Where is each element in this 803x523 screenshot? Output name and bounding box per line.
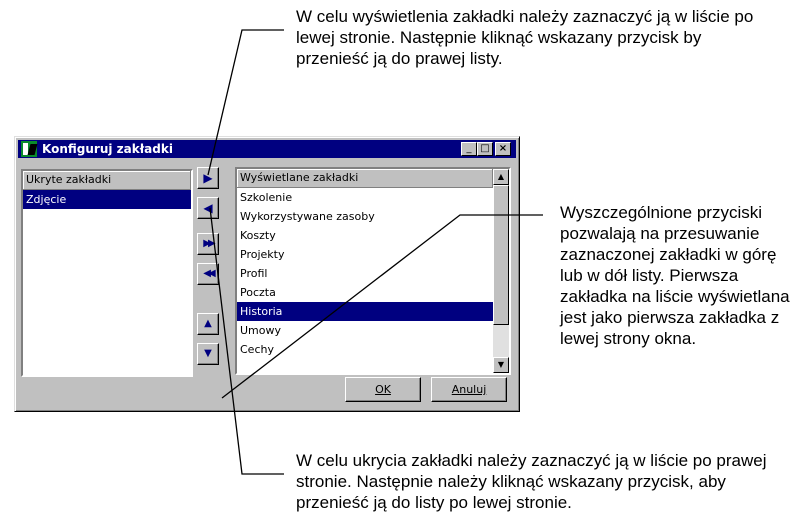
move-all-right-button[interactable]: ▶▶ [197, 233, 219, 255]
title-bar[interactable]: Konfiguruj zakładki _ □ × [18, 140, 516, 158]
callout-hide-tab: W celu ukrycia zakładki należy zaznaczyć… [296, 451, 767, 512]
maximize-button[interactable]: □ [477, 142, 493, 156]
list-item[interactable]: Poczta [237, 283, 493, 302]
list-item[interactable]: Umowy [237, 321, 493, 340]
move-all-left-button[interactable]: ◀◀ [197, 263, 219, 285]
shown-tabs-header[interactable]: Wyświetlane zakładki [237, 169, 493, 188]
cancel-label: Anuluj [451, 383, 487, 396]
scroll-thumb[interactable] [493, 185, 509, 325]
shown-list-scrollbar[interactable]: ▲ ▼ [493, 169, 509, 373]
move-right-button[interactable]: ▶ [197, 167, 219, 189]
scroll-down-icon[interactable]: ▼ [493, 357, 509, 373]
list-item[interactable]: Koszty [237, 226, 493, 245]
list-item[interactable]: Historia [237, 302, 493, 321]
move-left-button[interactable]: ◀ [197, 197, 219, 219]
ok-label: OK [375, 383, 391, 396]
move-up-button[interactable]: ▲ [197, 313, 219, 335]
ok-button[interactable]: OK [345, 377, 421, 402]
list-item[interactable]: Projekty [237, 245, 493, 264]
callout-reorder-tabs: Wyszczególnione przyciski pozwalają na p… [560, 203, 790, 348]
list-item[interactable]: Profil [237, 264, 493, 283]
hidden-tabs-header[interactable]: Ukryte zakładki [23, 171, 191, 190]
list-item[interactable]: Wykorzystywane zasoby [237, 207, 493, 226]
hidden-tabs-list[interactable]: Ukryte zakładki Zdjęcie [21, 169, 193, 377]
list-item[interactable]: Cechy [237, 340, 493, 359]
dialog-title: Konfiguruj zakładki [42, 142, 173, 156]
configure-tabs-dialog: Konfiguruj zakładki _ □ × Ukryte zakładk… [14, 136, 520, 412]
list-item[interactable]: Zdjęcie [23, 190, 191, 209]
callout-show-tab: W celu wyświetlenia zakładki należy zazn… [296, 7, 754, 68]
minimize-button[interactable]: _ [461, 142, 477, 156]
shown-tabs-list[interactable]: Wyświetlane zakładki Szkolenie Wykorzyst… [235, 167, 511, 375]
app-icon [21, 141, 37, 157]
close-button[interactable]: × [495, 142, 511, 156]
scroll-up-icon[interactable]: ▲ [493, 169, 509, 185]
cancel-button[interactable]: Anuluj [431, 377, 507, 402]
list-item[interactable]: Szkolenie [237, 188, 493, 207]
move-down-button[interactable]: ▼ [197, 343, 219, 365]
